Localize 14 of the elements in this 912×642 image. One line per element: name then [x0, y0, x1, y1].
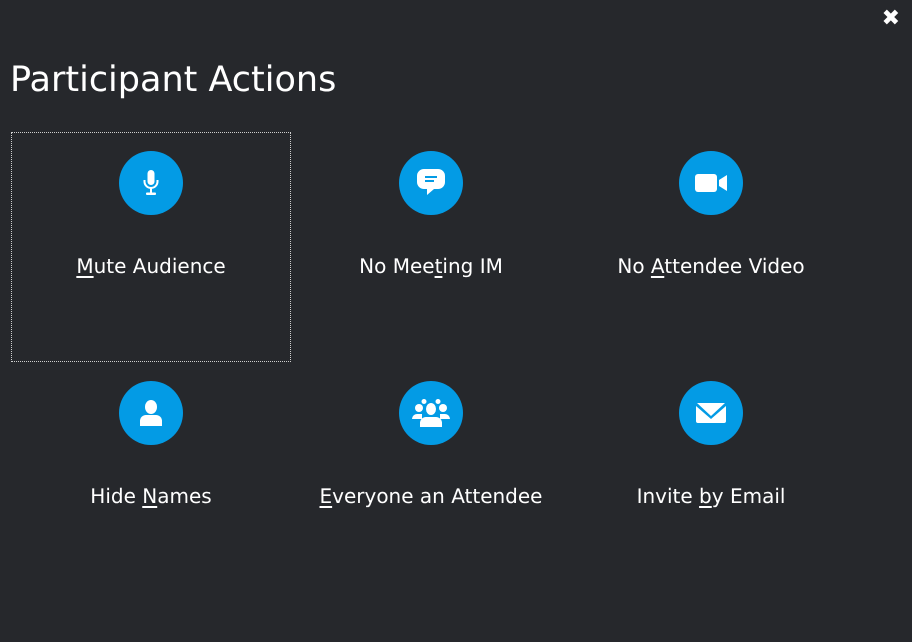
- group-icon: [412, 399, 450, 427]
- speech-bubble-icon: [416, 168, 446, 198]
- close-button[interactable]: ✖: [882, 8, 900, 30]
- action-tile[interactable]: Mute Audience: [11, 132, 291, 362]
- envelope-icon: [696, 403, 726, 423]
- person-icon: [140, 400, 162, 426]
- action-tile[interactable]: Hide Names: [11, 362, 291, 592]
- action-tile[interactable]: Invite by Email: [571, 362, 851, 592]
- action-tile[interactable]: Everyone an Attendee: [291, 362, 571, 592]
- microphone-icon: [143, 170, 159, 196]
- dialog-title: Participant Actions: [10, 59, 336, 102]
- action-tile[interactable]: No Attendee Video: [571, 132, 851, 362]
- action-tile[interactable]: No Meeting IM: [291, 132, 571, 362]
- video-camera-icon: [695, 174, 727, 192]
